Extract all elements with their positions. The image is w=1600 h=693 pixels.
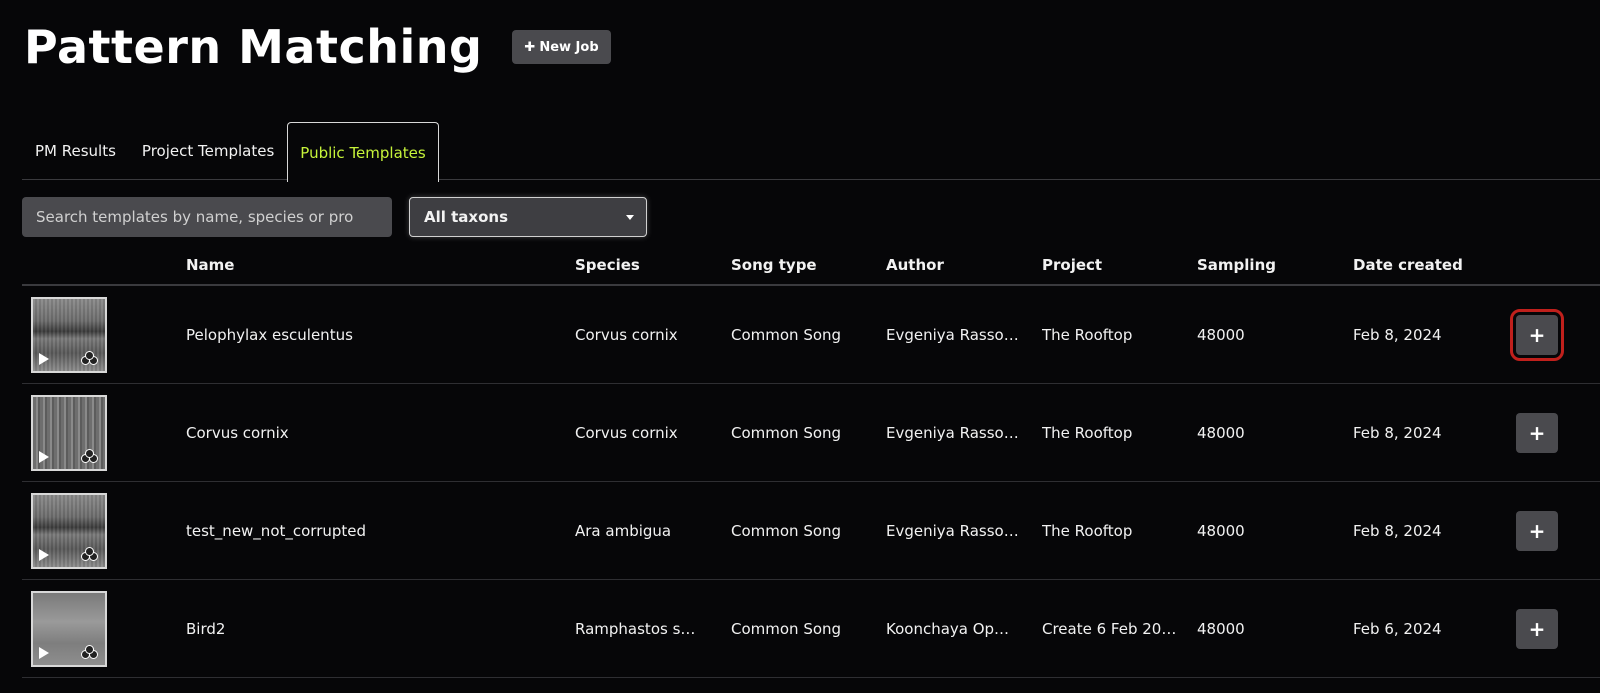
search-input[interactable] <box>22 197 392 237</box>
page-header: Pattern Matching ✚ New Job <box>24 18 611 76</box>
cell-project: Create 6 Feb 20… <box>1042 579 1197 678</box>
header-name: Name <box>186 246 575 286</box>
cell-author: Koonchaya Op… <box>886 579 1042 678</box>
cell-name: test_new_not_corrupted <box>186 481 575 580</box>
add-template-button[interactable]: + <box>1516 510 1558 551</box>
layers-icon <box>81 644 99 661</box>
caret-down-icon <box>626 215 634 220</box>
header-thumbnail <box>22 246 186 286</box>
tab-project-templates[interactable]: Project Templates <box>129 122 287 180</box>
tab-divider <box>22 179 1600 180</box>
header-song-type: Song type <box>731 246 886 286</box>
spectrogram-thumbnail[interactable] <box>31 394 107 471</box>
layers-icon <box>81 448 99 465</box>
header-author: Author <box>886 246 1042 286</box>
taxon-select[interactable]: All taxons <box>409 197 647 237</box>
cell-date: Feb 8, 2024 <box>1353 285 1508 384</box>
new-job-label: New Job <box>539 39 599 55</box>
header-sampling: Sampling <box>1197 246 1353 286</box>
layers-icon <box>81 546 99 563</box>
add-template-button[interactable]: + <box>1516 608 1558 649</box>
cell-name: Pelophylax esculentus <box>186 285 575 384</box>
add-template-button[interactable]: + <box>1516 412 1558 453</box>
cell-date: Feb 8, 2024 <box>1353 481 1508 580</box>
cell-date: Feb 8, 2024 <box>1353 383 1508 482</box>
play-icon[interactable] <box>39 548 49 561</box>
table-row: Pelophylax esculentus Corvus cornix Comm… <box>22 285 1600 384</box>
table-row: Corvus cornix Corvus cornix Common Song … <box>22 383 1600 482</box>
play-icon[interactable] <box>39 646 49 659</box>
play-icon[interactable] <box>39 450 49 463</box>
table-header-row: Name Species Song type Author Project Sa… <box>22 246 1600 286</box>
layers-icon <box>81 350 99 367</box>
cell-species: Corvus cornix <box>575 383 731 482</box>
cell-sampling: 48000 <box>1197 383 1353 482</box>
cell-sampling: 48000 <box>1197 285 1353 384</box>
cell-project: The Rooftop <box>1042 481 1197 580</box>
cell-name: Bird2 <box>186 579 575 678</box>
cell-author: Evgeniya Rasso… <box>886 481 1042 580</box>
cell-song-type: Common Song <box>731 383 886 482</box>
header-date-created: Date created <box>1353 246 1508 286</box>
cell-date: Feb 6, 2024 <box>1353 579 1508 678</box>
new-job-button[interactable]: ✚ New Job <box>512 30 611 64</box>
cell-name: Corvus cornix <box>186 383 575 482</box>
templates-table: Name Species Song type Author Project Sa… <box>22 246 1600 678</box>
cell-sampling: 48000 <box>1197 579 1353 678</box>
page-title: Pattern Matching <box>24 20 483 74</box>
cell-song-type: Common Song <box>731 285 886 384</box>
spectrogram-thumbnail[interactable] <box>31 296 107 373</box>
header-project: Project <box>1042 246 1197 286</box>
cell-project: The Rooftop <box>1042 383 1197 482</box>
cell-author: Evgeniya Rasso… <box>886 383 1042 482</box>
add-template-button[interactable]: + <box>1510 308 1564 361</box>
plus-icon: ✚ <box>524 39 536 55</box>
cell-author: Evgeniya Rasso… <box>886 285 1042 384</box>
cell-species: Ramphastos s… <box>575 579 731 678</box>
table-row: Bird2 Ramphastos s… Common Song Koonchay… <box>22 579 1600 678</box>
play-icon[interactable] <box>39 352 49 365</box>
tab-bar: PM Results Project Templates Public Temp… <box>22 122 1600 182</box>
cell-song-type: Common Song <box>731 579 886 678</box>
cell-species: Corvus cornix <box>575 285 731 384</box>
header-species: Species <box>575 246 731 286</box>
spectrogram-thumbnail[interactable] <box>31 492 107 569</box>
taxon-select-value: All taxons <box>424 208 508 226</box>
spectrogram-thumbnail[interactable] <box>31 590 107 667</box>
header-actions <box>1508 246 1600 286</box>
tab-pm-results[interactable]: PM Results <box>22 122 129 180</box>
table-row: test_new_not_corrupted Ara ambigua Commo… <box>22 481 1600 580</box>
cell-species: Ara ambigua <box>575 481 731 580</box>
cell-sampling: 48000 <box>1197 481 1353 580</box>
cell-project: The Rooftop <box>1042 285 1197 384</box>
tab-public-templates[interactable]: Public Templates <box>287 122 439 182</box>
cell-song-type: Common Song <box>731 481 886 580</box>
